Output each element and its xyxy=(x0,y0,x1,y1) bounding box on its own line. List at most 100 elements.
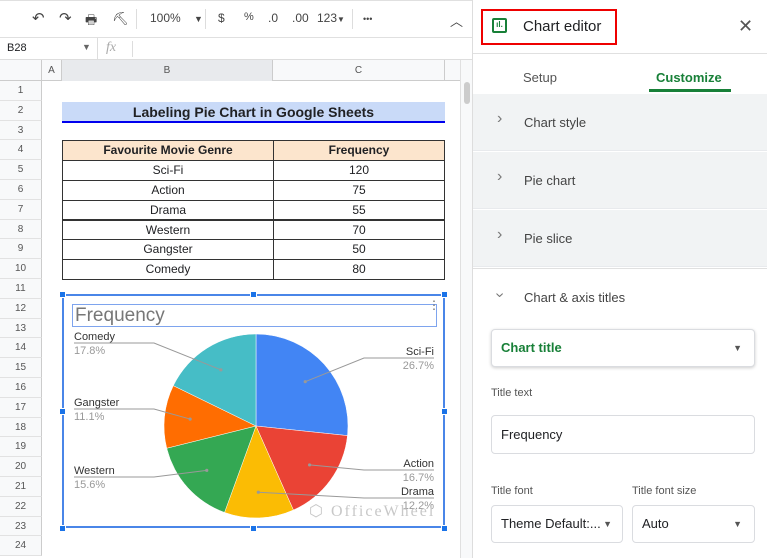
row-header[interactable]: 21 xyxy=(0,477,42,497)
header-cell[interactable]: Favourite Movie Genre xyxy=(62,140,274,161)
table-cell[interactable]: 50 xyxy=(273,239,445,260)
currency-button[interactable]: $ xyxy=(218,11,225,25)
section-label: Chart & axis titles xyxy=(524,290,626,305)
resize-handle[interactable] xyxy=(441,291,448,298)
percent-button[interactable]: % xyxy=(244,11,254,23)
increase-decimal-button[interactable]: .00 xyxy=(292,11,309,25)
row-header[interactable]: 11 xyxy=(0,279,42,299)
leader-dot xyxy=(219,368,223,372)
header-cell[interactable]: Frequency xyxy=(273,140,445,161)
table-cell[interactable]: Gangster xyxy=(62,239,274,260)
row-header[interactable]: 1 xyxy=(0,81,42,101)
section-label: Pie chart xyxy=(524,173,576,188)
title-text-input[interactable]: Frequency xyxy=(491,415,755,454)
pie-chart[interactable]: Frequency ⋮ Sci-Fi 26.7% Action 16.7% Drama 1… xyxy=(62,294,445,528)
paint-format-icon[interactable]: ⛏ xyxy=(112,11,129,27)
slice-percent: 15.6% xyxy=(74,479,105,491)
resize-handle[interactable] xyxy=(441,525,448,532)
row-header[interactable]: 18 xyxy=(0,417,42,438)
title-font-select[interactable]: Theme Default:... ▼ xyxy=(491,505,623,543)
row-header[interactable]: 3 xyxy=(0,120,42,141)
close-icon[interactable]: ✕ xyxy=(738,16,753,37)
row-header[interactable]: 9 xyxy=(0,239,42,260)
undo-icon[interactable]: ↶ xyxy=(32,9,45,27)
resize-handle[interactable] xyxy=(59,408,66,415)
table-cell[interactable]: Sci-Fi xyxy=(62,160,274,181)
row-header[interactable]: 22 xyxy=(0,496,42,517)
panel-header-highlight: ıl. Chart editor xyxy=(481,9,617,45)
scrollbar-thumb[interactable] xyxy=(464,82,470,104)
select-all[interactable] xyxy=(0,60,42,81)
resize-handle[interactable] xyxy=(59,525,66,532)
column-header-c[interactable]: C xyxy=(273,60,445,81)
row-header[interactable]: 15 xyxy=(0,358,42,378)
chevron-down-icon[interactable]: ▼ xyxy=(82,42,91,52)
leader-dot xyxy=(307,463,312,467)
title-type-select[interactable]: Chart title ▼ xyxy=(491,329,755,367)
row-header[interactable]: 13 xyxy=(0,318,42,339)
row-header[interactable]: 24 xyxy=(0,536,42,557)
title-font-label: Title font xyxy=(491,485,533,497)
table-cell[interactable]: 120 xyxy=(273,160,445,181)
table-cell[interactable]: 70 xyxy=(273,219,445,241)
table-cell[interactable]: 80 xyxy=(273,259,445,280)
section-pie-slice[interactable]: › Pie slice xyxy=(473,210,767,267)
row-header[interactable]: 17 xyxy=(0,397,42,418)
leader-dot xyxy=(205,468,209,472)
table-cell[interactable]: 75 xyxy=(273,180,445,201)
row-header[interactable]: 16 xyxy=(0,378,42,398)
divider xyxy=(97,38,98,59)
row-header[interactable]: 6 xyxy=(0,180,42,200)
vertical-scrollbar[interactable] xyxy=(460,60,472,558)
slice-label: Sci-Fi xyxy=(406,346,434,358)
section-chart-style[interactable]: › Chart style xyxy=(473,94,767,151)
resize-handle[interactable] xyxy=(441,408,448,415)
row-header[interactable]: 12 xyxy=(0,298,42,319)
sheet-title: Labeling Pie Chart in Google Sheets xyxy=(62,102,445,123)
resize-handle[interactable] xyxy=(250,525,257,532)
row-header[interactable]: 7 xyxy=(0,199,42,220)
row-header[interactable]: 2 xyxy=(0,100,42,121)
title-font-size-select[interactable]: Auto ▼ xyxy=(632,505,755,543)
section-pie-chart[interactable]: › Pie chart xyxy=(473,152,767,209)
tab-customize[interactable]: Customize xyxy=(656,70,722,85)
column-header-b[interactable]: B xyxy=(62,60,273,81)
redo-icon[interactable]: ↷ xyxy=(59,9,72,27)
row-header[interactable]: 14 xyxy=(0,338,42,359)
more-formats-button[interactable]: 123▼ xyxy=(317,11,345,25)
resize-handle[interactable] xyxy=(59,291,66,298)
resize-handle[interactable] xyxy=(250,291,257,298)
leader-dot xyxy=(303,380,307,384)
table-cell[interactable]: 55 xyxy=(273,199,445,221)
divider xyxy=(352,9,353,29)
slice-label: Western xyxy=(74,465,115,477)
table-cell[interactable]: Western xyxy=(62,219,274,241)
row-header[interactable]: 10 xyxy=(0,259,42,279)
chevron-right-icon: › xyxy=(497,168,503,185)
row-header[interactable]: 8 xyxy=(0,219,42,240)
row-header[interactable]: 20 xyxy=(0,457,42,477)
decrease-decimal-button[interactable]: .0 xyxy=(268,11,278,25)
table-cell[interactable]: Drama xyxy=(62,199,274,221)
divider xyxy=(136,9,137,29)
column-header-a[interactable]: A xyxy=(42,60,62,81)
tab-setup[interactable]: Setup xyxy=(523,70,557,85)
row-header[interactable]: 5 xyxy=(0,160,42,180)
row-header[interactable]: 19 xyxy=(0,437,42,458)
pie-slice-sci-fi[interactable] xyxy=(255,333,349,436)
print-icon[interactable]: 🖶 xyxy=(85,11,97,33)
chevron-right-icon: › xyxy=(497,226,503,243)
formula-input[interactable] xyxy=(132,41,472,57)
more-button[interactable]: ••• xyxy=(363,14,372,24)
dropdown-arrow-icon: ▼ xyxy=(603,519,612,529)
chart-editor-panel: ıl. Chart editor ✕ Setup Customize › Char… xyxy=(472,0,767,558)
row-header[interactable]: 23 xyxy=(0,516,42,537)
zoom-select[interactable]: 100% ▼ xyxy=(150,11,203,25)
table-cell[interactable]: Comedy xyxy=(62,259,274,280)
row-header[interactable]: 4 xyxy=(0,140,42,161)
table-cell[interactable]: Action xyxy=(62,180,274,201)
name-box[interactable]: B28 xyxy=(7,42,27,54)
title-font-size-label: Title font size xyxy=(632,485,697,497)
chevron-down-icon: › xyxy=(491,292,509,298)
collapse-chevron-icon[interactable]: ︿ xyxy=(450,11,463,30)
